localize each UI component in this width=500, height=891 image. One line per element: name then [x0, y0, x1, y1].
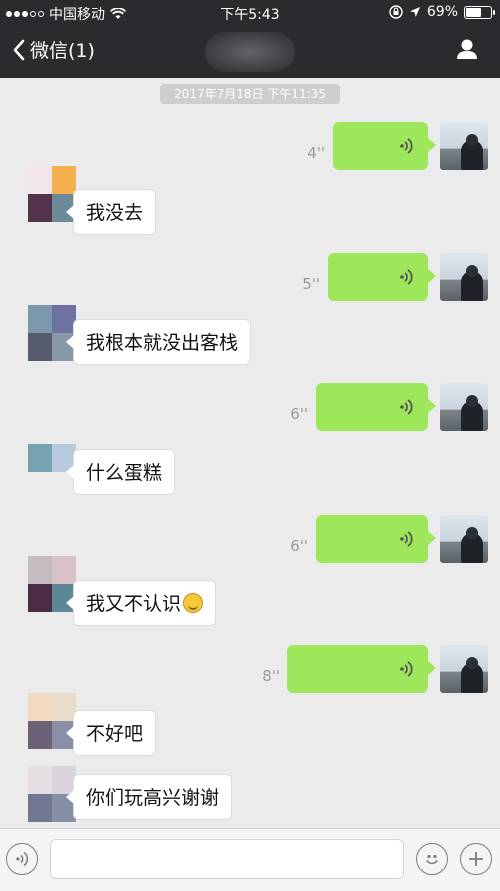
voice-message-bubble[interactable]	[333, 122, 436, 170]
plus-icon	[469, 852, 483, 866]
my-avatar[interactable]	[440, 383, 488, 431]
my-avatar[interactable]	[440, 645, 488, 693]
profile-button[interactable]	[456, 38, 478, 64]
back-label: 微信(1)	[30, 40, 95, 62]
chat-timestamp: 2017年7月18日 下午11:35	[160, 84, 340, 104]
emoji-button[interactable]	[416, 843, 448, 875]
my-avatar[interactable]	[440, 253, 488, 301]
voice-duration: 6''	[290, 537, 308, 555]
voice-mode-icon	[16, 851, 29, 867]
voice-message-bubble[interactable]	[316, 515, 436, 563]
voice-message-bubble[interactable]	[316, 383, 436, 431]
chat-title-blurred	[205, 32, 295, 72]
voice-wave-icon	[400, 531, 413, 547]
voice-wave-icon	[400, 661, 413, 677]
my-avatar[interactable]	[440, 515, 488, 563]
voice-duration: 5''	[302, 275, 320, 293]
text-message-bubble[interactable]: 我根本就没出客栈	[65, 319, 252, 365]
input-bar	[0, 828, 500, 891]
voice-wave-icon	[400, 399, 413, 415]
battery-percent: 69%	[426, 4, 458, 20]
location-arrow-icon	[409, 7, 420, 17]
more-options-button[interactable]	[460, 843, 492, 875]
voice-duration: 8''	[262, 667, 280, 685]
nav-bar: 微信(1)	[0, 24, 500, 78]
chevron-left-icon	[13, 39, 25, 60]
text-message-bubble[interactable]: 我又不认识	[65, 580, 217, 626]
contact-avatar-pixelated[interactable]	[28, 305, 76, 361]
voice-wave-icon	[400, 138, 413, 154]
smiley-face-icon	[425, 854, 439, 865]
message-input[interactable]	[50, 839, 404, 879]
contact-avatar-pixelated[interactable]	[28, 693, 76, 749]
voice-message-bubble[interactable]	[328, 253, 436, 301]
battery-fill	[466, 7, 481, 17]
my-avatar[interactable]	[440, 122, 488, 170]
text-message-bubble[interactable]: 什么蛋糕	[65, 449, 176, 495]
back-button[interactable]: 微信(1)	[12, 36, 95, 63]
orientation-lock-icon	[389, 5, 403, 19]
message-text: 我又不认识	[86, 593, 182, 615]
text-message-bubble[interactable]: 你们玩高兴谢谢	[65, 774, 233, 820]
voice-duration: 4''	[307, 144, 325, 162]
person-icon	[457, 39, 477, 59]
voice-wave-icon	[400, 269, 413, 285]
battery-icon	[464, 5, 495, 19]
status-bar: 中国移动 下午5:43 69%	[0, 0, 500, 24]
status-right: 69%	[389, 4, 495, 20]
voice-duration: 6''	[290, 405, 308, 423]
text-message-bubble[interactable]: 我没去	[65, 189, 157, 235]
text-message-bubble[interactable]: 不好吧	[65, 710, 157, 756]
smile-emoji-icon	[183, 593, 204, 613]
voice-input-button[interactable]	[6, 843, 38, 875]
voice-message-bubble[interactable]	[287, 645, 436, 693]
